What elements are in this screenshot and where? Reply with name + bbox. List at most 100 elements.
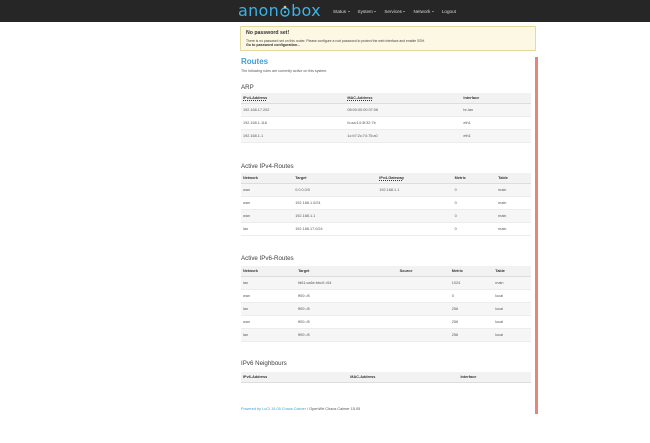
menu-network-label: Network: [413, 8, 431, 14]
neighbours-col-ipv6: IPv6-Address: [241, 372, 349, 383]
menu-logout[interactable]: Logout: [442, 9, 456, 14]
menu-status-label: Status: [333, 8, 347, 14]
table-row: lan fd61:ca6e:bbc0::/64 1024 main: [241, 276, 531, 290]
page-footer: Powered by LuCI 15.05 Chaos Calmer / Ope…: [241, 407, 360, 411]
ipv4-header-row: Network Target IPv4-Gateway Metric Table: [241, 173, 531, 184]
ipv4-network: wan: [241, 183, 294, 197]
ipv6-table: local: [493, 315, 531, 329]
ipv6-metric: 1024: [449, 276, 494, 290]
menu-services[interactable]: Services: [384, 8, 406, 14]
ipv4-routes-table: Network Target IPv4-Gateway Metric Table…: [241, 173, 531, 236]
ipv4-gateway: 192.168.1.1: [377, 183, 453, 197]
ipv4-network: lan: [241, 222, 294, 236]
top-navbar: anon box Status System Services Network L…: [0, 0, 650, 22]
ipv6-metric: 256: [449, 315, 494, 329]
ipv6-network: wan: [241, 289, 297, 303]
arp-ip: 192.168.1.116: [241, 116, 346, 130]
ipv6-target: ff00::/8: [296, 328, 398, 342]
arp-ip: 192.168.1.1: [241, 129, 346, 143]
table-row: lan ff00::/8 256 local: [241, 328, 531, 342]
page-scroll-accent: [535, 57, 538, 414]
ipv6-metric: 0: [449, 289, 494, 303]
ipv6-target: ff00::/8: [296, 302, 398, 316]
neighbours-col-mac: MAC-Address: [348, 372, 459, 383]
neighbours-header-row: IPv6-Address MAC-Address Interface: [241, 372, 531, 383]
ipv6-network: lan: [241, 302, 297, 316]
ipv4-metric: 0: [452, 222, 497, 236]
ipv6-source: [397, 315, 450, 329]
arp-iface: eth1: [461, 129, 531, 143]
ipv4-network: wan: [241, 196, 294, 210]
arp-section-title: ARP: [241, 84, 254, 91]
neighbours-col-interface: Interface: [458, 372, 531, 383]
table-row: 192.168.1.116 fc:aa:14:3f:32:7b eth1: [241, 116, 531, 130]
ipv6-col-network: Network: [241, 266, 297, 277]
table-row: 192.168.17.202 08:00:00:00:37:06 br-lan: [241, 103, 531, 117]
arp-mac: fc:aa:14:3f:32:7b: [345, 116, 462, 130]
page-title: Routes: [241, 57, 269, 66]
alert-title: No password set!: [246, 30, 290, 36]
arp-iface: eth1: [461, 116, 531, 130]
chevron-down-icon: [374, 10, 377, 12]
brand-text-right: box: [291, 1, 321, 20]
ipv6-table: local: [493, 302, 531, 316]
ipv4-col-target: Target: [293, 173, 378, 184]
ipv4-gateway: [377, 209, 453, 223]
ipv4-metric: 0: [452, 183, 497, 197]
table-row: lan ff00::/8 256 local: [241, 302, 531, 316]
ipv6-col-source: Source: [397, 266, 450, 277]
ipv4-metric: 0: [452, 196, 497, 210]
arp-table: IPv4-Address MAC-Address Interface 192.1…: [241, 93, 531, 143]
menu-status[interactable]: Status: [333, 9, 350, 14]
ipv6-col-metric: Metric: [449, 266, 494, 277]
ipv4-table: main: [496, 183, 531, 197]
ipv4-network: wan: [241, 209, 294, 223]
password-config-link[interactable]: Go to password configuration...: [246, 43, 530, 47]
ipv4-target: 192.168.1.1: [293, 209, 378, 223]
ipv6-header-row: Network Target Source Metric Table: [241, 266, 531, 277]
ipv6-metric: 256: [449, 302, 494, 316]
menu-network[interactable]: Network: [413, 8, 434, 14]
arp-mac: 1c:b7:2c:74:75:a0: [345, 129, 462, 143]
arp-col-mac: MAC-Address: [345, 93, 462, 104]
page-header: Routes The following rules are currently…: [241, 57, 531, 73]
main-menu: Status System Services Network Logout: [333, 0, 464, 22]
table-row: lan 192.168.17.0/24 0 main: [241, 222, 531, 236]
page-description: The following rules are currently active…: [241, 69, 328, 73]
ipv4-metric: 0: [452, 209, 497, 223]
neighbours-section-title: IPv6 Neighbours: [241, 360, 287, 367]
ipv6-network: lan: [241, 276, 297, 290]
ipv4-gateway: [377, 196, 453, 210]
menu-system-label: System: [357, 8, 373, 14]
menu-services-label: Services: [384, 8, 402, 14]
brand-text-left: anon: [238, 1, 280, 20]
ipv6-col-target: Target: [296, 266, 398, 277]
menu-system[interactable]: System: [358, 9, 377, 14]
chevron-down-icon: [347, 10, 350, 12]
table-row: 192.168.1.1 1c:b7:2c:74:75:a0 eth1: [241, 129, 531, 143]
ipv6-routes-table: Network Target Source Metric Table lan f…: [241, 266, 531, 342]
table-row: wan ff00::/8 0 local: [241, 289, 531, 303]
arp-col-interface: Interface: [461, 93, 531, 104]
ipv6-source: [397, 289, 450, 303]
ipv6-network: lan: [241, 328, 297, 342]
ipv6-source: [397, 328, 450, 342]
menu-logout-label: Logout: [441, 8, 456, 14]
arp-header-row: IPv4-Address MAC-Address Interface: [241, 93, 531, 104]
ipv4-gateway: [377, 222, 453, 236]
password-warning-alert: No password set! There is no password se…: [240, 26, 536, 51]
table-row: wan 192.168.1.0/24 0 main: [241, 196, 531, 210]
ipv6-neighbours-table: IPv6-Address MAC-Address Interface: [241, 372, 531, 383]
arp-ip: 192.168.17.202: [241, 103, 346, 117]
ipv4-col-gateway: IPv4-Gateway: [377, 173, 453, 184]
ipv6-metric: 256: [449, 328, 494, 342]
arp-mac: 08:00:00:00:37:06: [345, 103, 462, 117]
footer-version-text: OpenWrt Chaos Calmer 15.05: [309, 407, 361, 411]
ipv6-target: fd61:ca6e:bbc0::/64: [296, 276, 398, 290]
footer-luci-link[interactable]: Powered by LuCI 15.05 Chaos Calmer: [241, 407, 306, 411]
brand-logo[interactable]: anon box: [238, 1, 321, 21]
ipv4-target: 0.0.0.0/0: [293, 183, 378, 197]
chevron-down-icon: [403, 10, 406, 12]
ipv6-section-title: Active IPv6-Routes: [241, 255, 294, 262]
ipv4-table: main: [496, 196, 531, 210]
